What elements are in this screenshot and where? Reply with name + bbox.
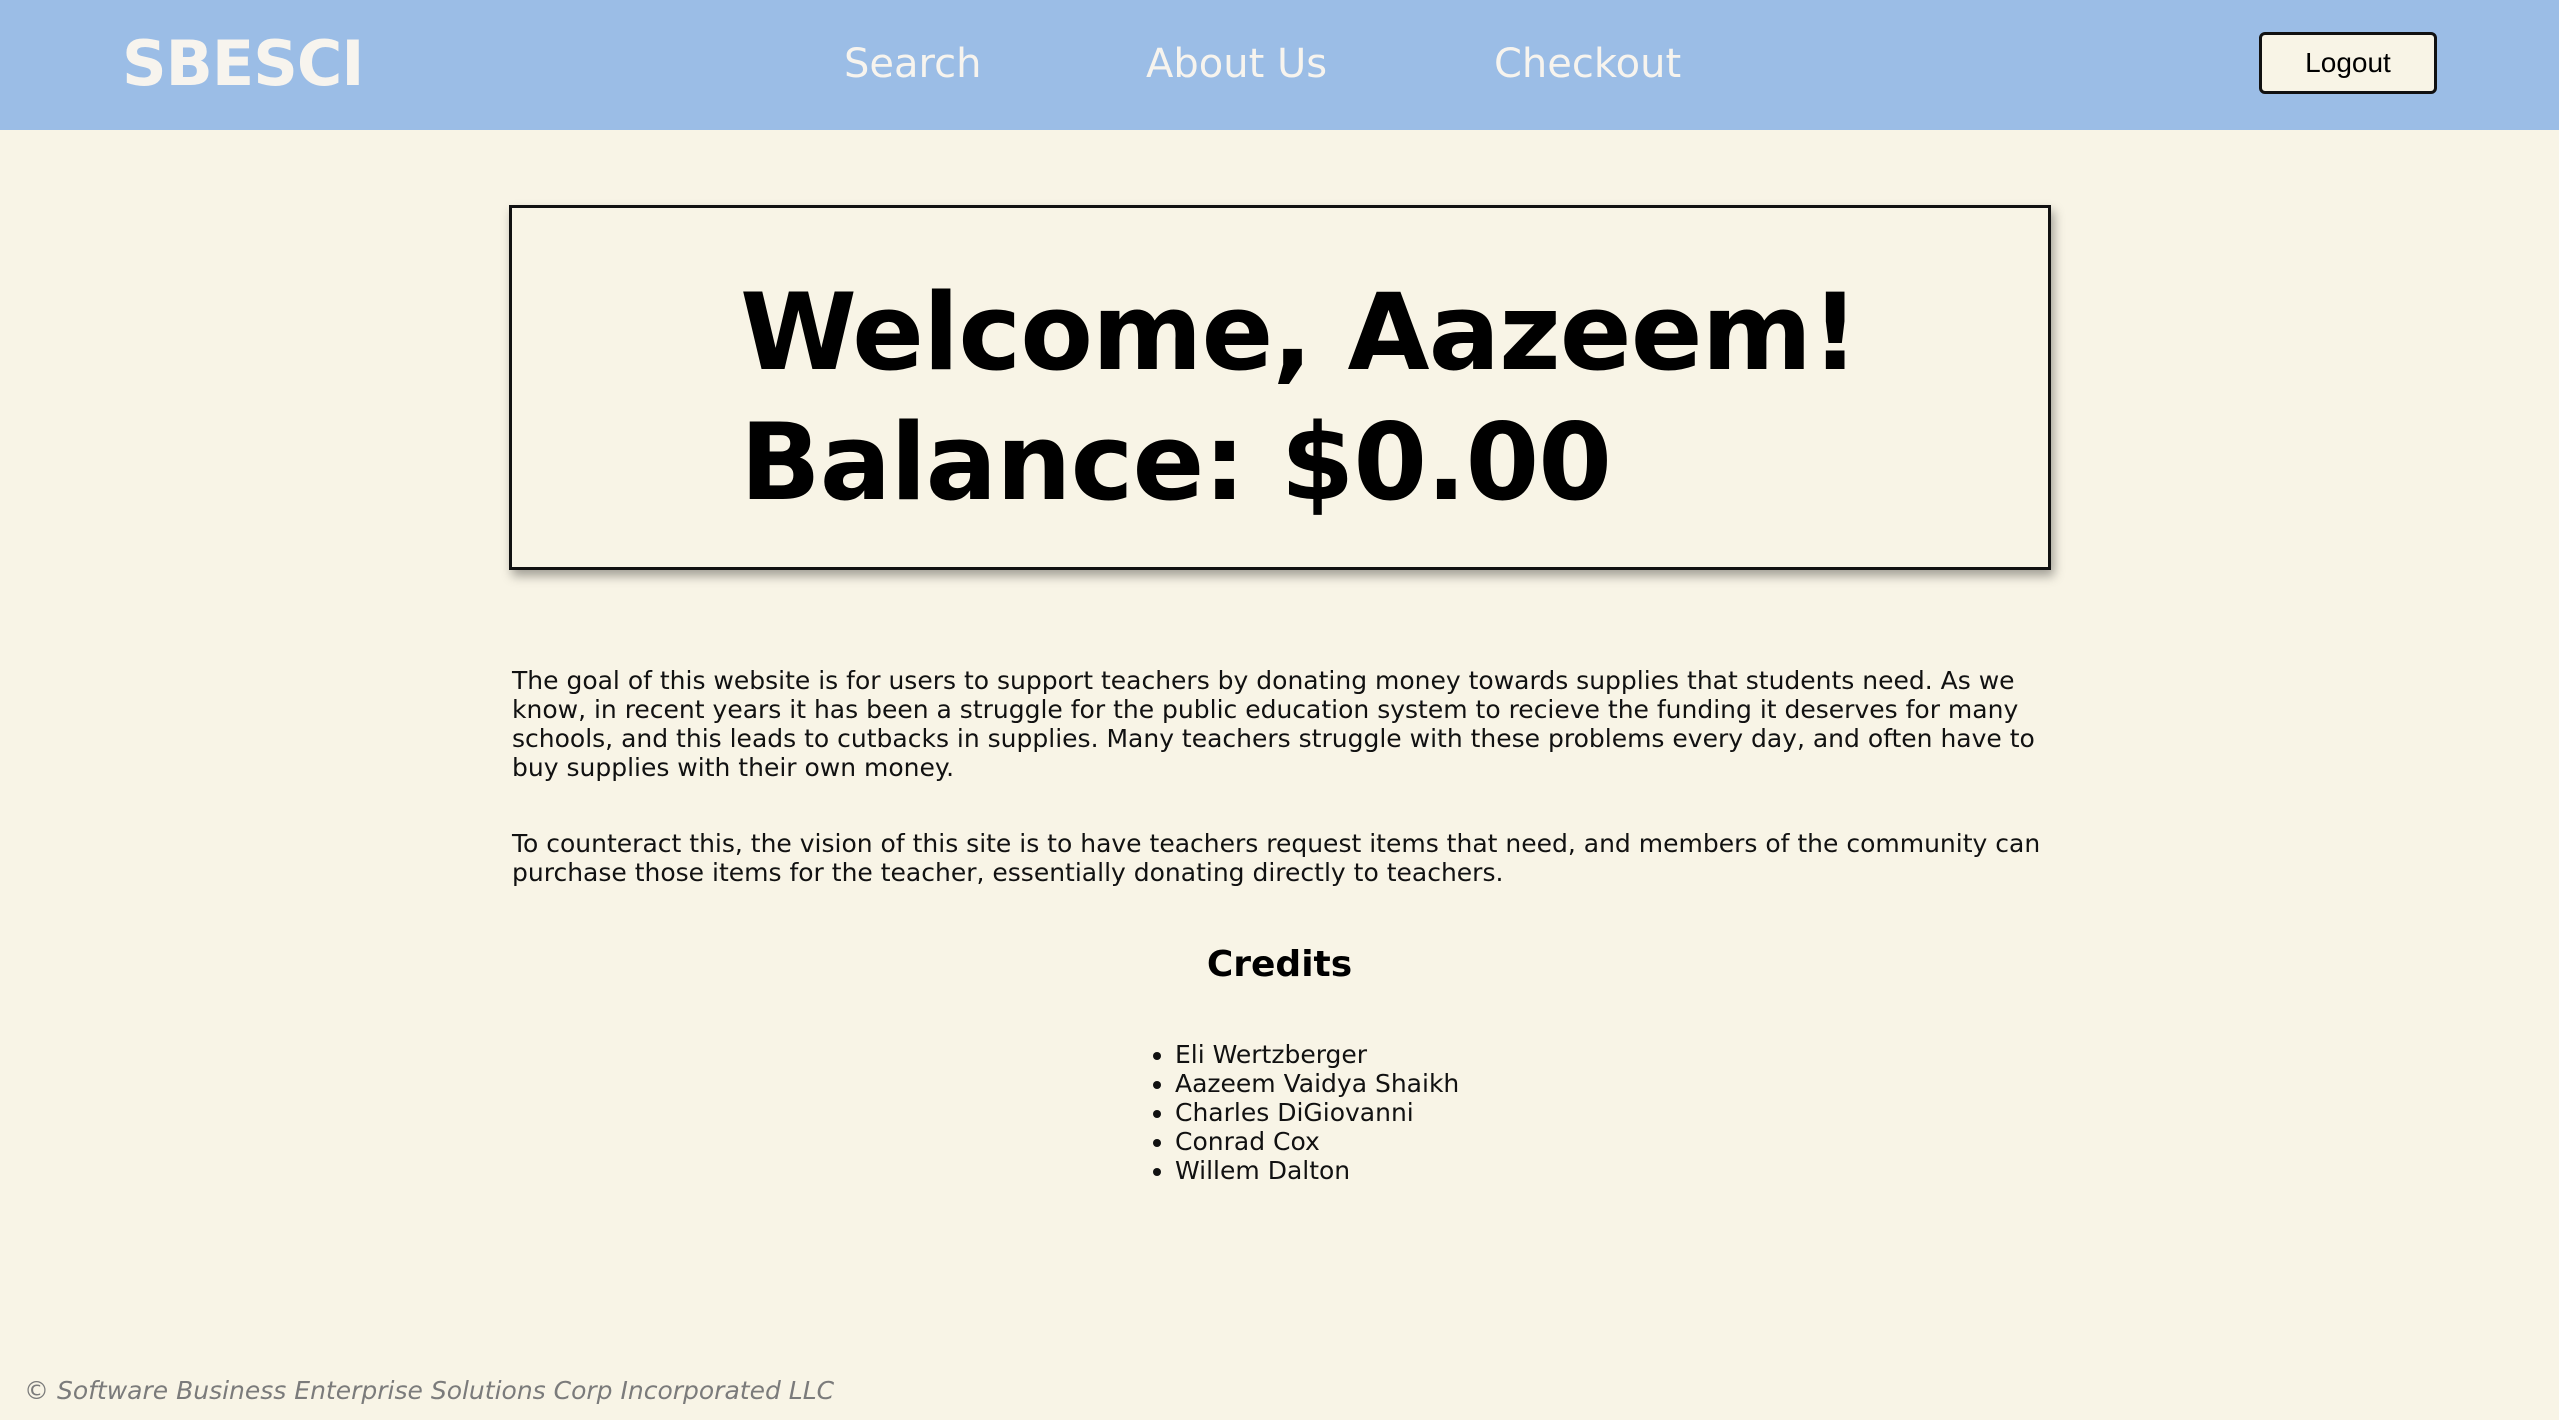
credits-list-item: Conrad Cox: [1152, 1127, 1459, 1156]
nav-link-checkout[interactable]: Checkout: [1494, 36, 1681, 92]
credits-list: Eli Wertzberger Aazeem Vaidya Shaikh Cha…: [1152, 1040, 1460, 1185]
about-paragraph-goal: The goal of this website is for users to…: [512, 666, 2035, 782]
footer-copyright: © Software Business Enterprise Solutions…: [24, 1376, 835, 1405]
top-navbar: SBESCI Search About Us Checkout Logout: [0, 0, 2559, 130]
credits-list-item: Charles DiGiovanni: [1152, 1098, 1459, 1127]
brand-logo[interactable]: SBESCI: [122, 24, 364, 104]
credits-list-item: Willem Dalton: [1152, 1156, 1459, 1185]
welcome-heading: Welcome, Aazeem!: [740, 271, 1859, 394]
about-paragraph-vision: To counteract this, the vision of this s…: [512, 829, 2041, 887]
nav-link-search[interactable]: Search: [844, 36, 981, 92]
nav-link-about-us[interactable]: About Us: [1146, 36, 1327, 92]
credits-list-item: Eli Wertzberger: [1152, 1040, 1459, 1069]
welcome-card: Welcome, Aazeem! Balance: $0.00: [509, 205, 2051, 570]
credits-heading: Credits: [1206, 944, 1353, 985]
balance-heading: Balance: $0.00: [740, 401, 1612, 524]
logout-button[interactable]: Logout: [2259, 32, 2437, 94]
credits-list-item: Aazeem Vaidya Shaikh: [1152, 1069, 1460, 1098]
